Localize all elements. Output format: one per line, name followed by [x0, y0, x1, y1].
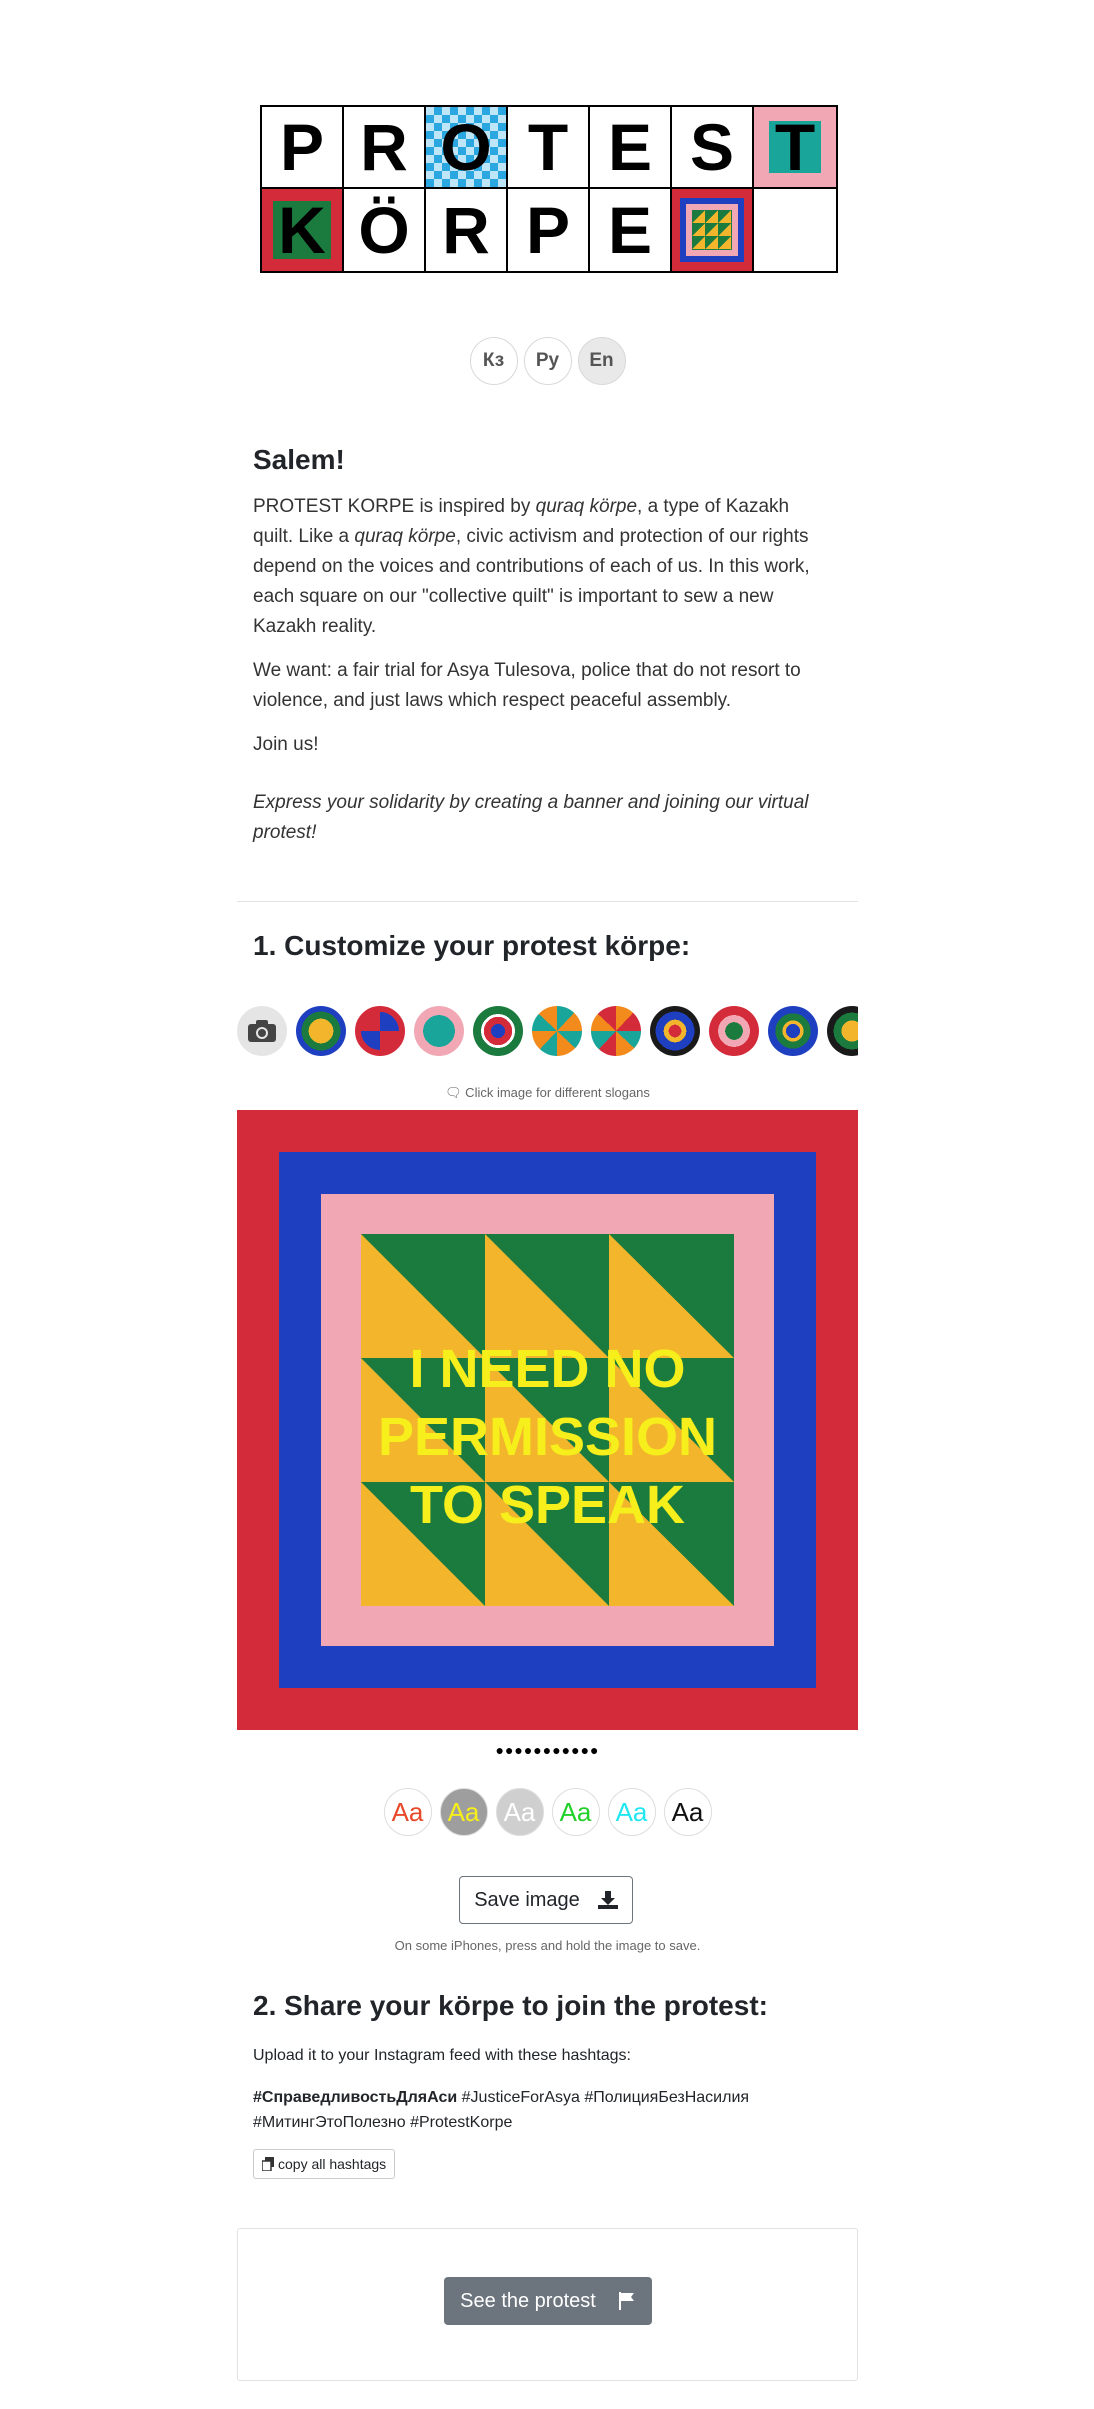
korpe-banner-image[interactable]: I NEED NO PERMISSION TO SPEAK — [237, 1110, 858, 1730]
pattern-option[interactable] — [650, 1006, 700, 1056]
pattern-option[interactable] — [473, 1006, 523, 1056]
lang-ru-button[interactable]: Ру — [523, 337, 572, 385]
slide-indicator[interactable]: ●●●●●●●●●●● — [237, 1742, 858, 1758]
language-switcher: Кз Ру En — [237, 337, 858, 385]
step2-heading: 2. Share your körpe to join the protest: — [253, 1990, 768, 2021]
hashtags: #СправедливостьДляАси #JusticeForAsya #П… — [253, 2089, 750, 2131]
see-protest-button[interactable]: See the protest — [444, 2277, 652, 2325]
pattern-option[interactable] — [827, 1006, 858, 1056]
text-color-option[interactable]: Aa — [495, 1788, 544, 1836]
logo-letter: R — [426, 189, 508, 271]
see-protest-card: See the protest — [237, 2228, 858, 2381]
intro-section: Salem! PROTEST KORPE is inspired by qura… — [253, 440, 813, 862]
logo-letter: T — [508, 107, 590, 189]
intro-paragraph-1: PROTEST KORPE is inspired by quraq körpe… — [253, 496, 810, 637]
logo-letter: Ö — [344, 189, 426, 271]
pattern-option[interactable] — [296, 1006, 346, 1056]
logo-letter: K — [278, 193, 326, 267]
text-color-option[interactable]: Aa — [383, 1788, 432, 1836]
text-color-option[interactable]: Aa — [663, 1788, 712, 1836]
logo-letter-tile: T — [754, 107, 836, 189]
section-divider — [237, 901, 858, 902]
lang-kz-button[interactable]: Кз — [469, 337, 518, 385]
intro-paragraph-4: Express your solidarity by creating a ba… — [253, 792, 809, 843]
logo-letter: E — [590, 189, 672, 271]
save-image-label: Save image — [474, 1888, 580, 1911]
text-color-picker: Aa Aa Aa Aa Aa Aa — [237, 1788, 858, 1836]
intro-heading: Salem! — [253, 444, 345, 475]
logo-letter: E — [590, 107, 672, 189]
logo-letter: O — [426, 107, 508, 189]
logo-quilt-tile — [672, 189, 754, 271]
camera-icon — [248, 1020, 276, 1042]
copy-icon — [262, 2157, 274, 2171]
intro-paragraph-3: Join us! — [253, 734, 319, 755]
download-icon — [597, 1891, 618, 1909]
banner-slogan: I NEED NO PERMISSION TO SPEAK — [377, 1339, 718, 1535]
logo-letter: T — [774, 110, 816, 184]
logo-letter: R — [344, 107, 426, 189]
logo-letter-tile: K — [262, 189, 344, 271]
text-color-option[interactable]: Aa — [607, 1788, 656, 1836]
pattern-option[interactable] — [709, 1006, 759, 1056]
logo-letter: P — [262, 107, 344, 189]
copy-hashtags-button[interactable]: copy all hashtags — [253, 2149, 396, 2179]
lang-en-button[interactable]: En — [577, 337, 626, 385]
pattern-picker — [237, 1006, 858, 1056]
text-color-option[interactable]: Aa — [551, 1788, 600, 1836]
camera-upload-button[interactable] — [237, 1006, 287, 1056]
text-color-option[interactable]: Aa — [439, 1788, 488, 1836]
slogan-hint: 🗨 Click image for different slogans — [445, 1085, 650, 1100]
pattern-option[interactable] — [768, 1006, 818, 1056]
logo-letter: S — [672, 107, 754, 189]
upload-instructions: Upload it to your Instagram feed with th… — [253, 2047, 631, 2064]
pattern-option[interactable] — [532, 1006, 582, 1056]
pattern-option[interactable] — [591, 1006, 641, 1056]
intro-paragraph-2: We want: a fair trial for Asya Tulesova,… — [253, 660, 801, 711]
save-image-button[interactable]: Save image — [459, 1876, 633, 1924]
protest-korpe-logo: P R O T E S T K Ö R P E — [260, 105, 838, 273]
step1-heading: 1. Customize your protest körpe: — [253, 930, 691, 961]
logo-empty-cell — [754, 189, 836, 271]
logo-letter: P — [508, 189, 590, 271]
save-note: On some iPhones, press and hold the imag… — [394, 1938, 701, 1953]
pattern-option[interactable] — [355, 1006, 405, 1056]
flag-icon — [618, 2292, 634, 2310]
pattern-option[interactable] — [414, 1006, 464, 1056]
